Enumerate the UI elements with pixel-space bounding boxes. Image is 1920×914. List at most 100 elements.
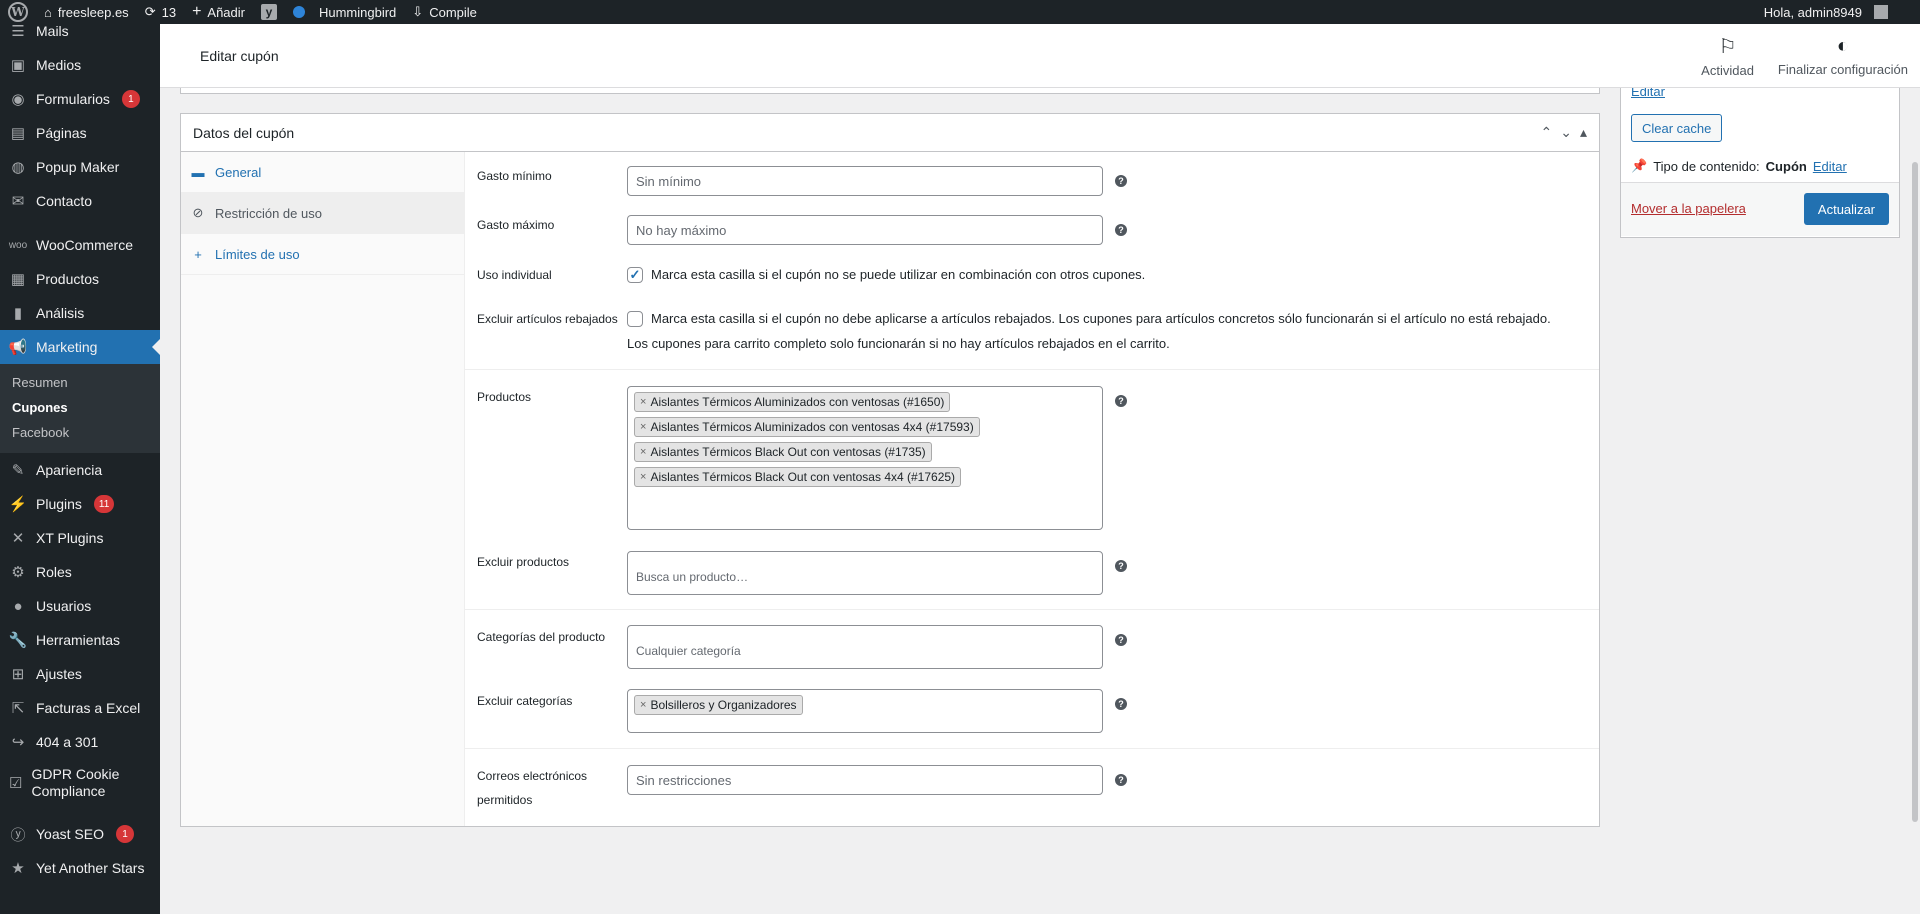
add-new-menu[interactable]: + Añadir bbox=[184, 0, 253, 24]
help-icon[interactable]: ? bbox=[1115, 774, 1127, 786]
panel-title: Datos del cupón bbox=[193, 124, 295, 141]
submenu-item-cupones[interactable]: Cupones bbox=[0, 395, 160, 420]
admin-bar: W ⌂ freesleep.es ⟳ 13 + Añadir y Hummingbir… bbox=[0, 0, 1920, 24]
submenu-item-resumen[interactable]: Resumen bbox=[0, 370, 160, 395]
remove-icon[interactable]: × bbox=[640, 471, 646, 483]
sidebar-item-roles[interactable]: ⚙ Roles bbox=[0, 555, 160, 589]
exclude-categories-label: Excluir categorías bbox=[477, 694, 573, 708]
help-icon[interactable]: ? bbox=[1115, 175, 1127, 187]
tab-usage-limits[interactable]: + Límites de uso bbox=[181, 234, 464, 275]
updates-icon: ⟳ bbox=[144, 4, 156, 19]
remove-icon[interactable]: × bbox=[640, 699, 646, 711]
sidebar-item-products[interactable]: ▦ Productos bbox=[0, 262, 160, 296]
activity-button[interactable]: ⚐ Actividad bbox=[1689, 24, 1766, 88]
update-button[interactable]: Actualizar bbox=[1803, 193, 1889, 225]
sidebar-item-pages[interactable]: ▤ Páginas bbox=[0, 116, 160, 150]
product-chip[interactable]: × Aislantes Térmicos Aluminizados con ven… bbox=[634, 392, 951, 412]
ticket-icon: ▬ bbox=[191, 164, 205, 180]
sidebar-item-popup-maker[interactable]: ◍ Popup Maker bbox=[0, 150, 160, 184]
exclude-sale-label: Excluir artículos rebajados bbox=[477, 312, 618, 326]
xt-icon: ✕ bbox=[11, 530, 25, 547]
sidebar-item-contact[interactable]: ✉ Contacto bbox=[0, 184, 160, 218]
plugins-icon: ⚡ bbox=[8, 496, 28, 513]
min-spend-label: Gasto mínimo bbox=[477, 169, 552, 183]
yoast-icon: ⓨ bbox=[10, 826, 26, 844]
tab-general[interactable]: ▬ General bbox=[181, 152, 464, 193]
help-icon[interactable]: ? bbox=[1115, 395, 1127, 407]
categories-input[interactable]: Cualquier categoría bbox=[627, 625, 1103, 669]
allowed-emails-input[interactable]: Sin restricciones bbox=[627, 765, 1103, 795]
page-header: Editar cupón ⚐ Actividad ◐ Finalizar confi… bbox=[160, 24, 1920, 88]
category-chip[interactable]: × Bolsilleros y Organizadores bbox=[634, 695, 803, 715]
sidebar-item-woocommerce[interactable]: woo WooCommerce bbox=[0, 228, 160, 262]
analytics-icon: ▮ bbox=[13, 305, 23, 322]
products-select[interactable]: × Aislantes Térmicos Aluminizados con ven… bbox=[627, 386, 1103, 530]
yoast-menu[interactable]: y bbox=[253, 0, 285, 24]
tab-usage-restriction[interactable]: ⊘ Restricción de uso bbox=[181, 193, 464, 234]
product-chip[interactable]: × Aislantes Térmicos Aluminizados con ven… bbox=[634, 417, 980, 437]
plus-icon: + bbox=[194, 246, 202, 262]
clear-cache-button[interactable]: Clear cache bbox=[1631, 114, 1723, 142]
exclude-sale-description-2: Los cupones para carrito completo solo f… bbox=[627, 336, 1170, 351]
finish-setup-button[interactable]: ◐ Finalizar configuración bbox=[1766, 24, 1920, 88]
individual-use-checkbox[interactable]: ✓ bbox=[627, 267, 643, 283]
max-spend-input[interactable]: No hay máximo bbox=[627, 215, 1103, 245]
move-up-icon[interactable]: ⌃ bbox=[1541, 124, 1553, 141]
exclude-categories-select[interactable]: × Bolsilleros y Organizadores bbox=[627, 689, 1103, 733]
sidebar-item-forms[interactable]: ◉ Formularios 1 bbox=[0, 82, 160, 116]
my-account-menu[interactable]: Hola, admin8949 bbox=[1756, 0, 1920, 24]
pin-icon: 📌 bbox=[1631, 158, 1648, 173]
sidebar-item-gdpr[interactable]: ☑ GDPR Cookie Compliance bbox=[0, 759, 160, 807]
hummingbird-menu[interactable]: Hummingbird bbox=[285, 0, 404, 24]
remove-icon[interactable]: × bbox=[640, 446, 646, 458]
product-chip[interactable]: × Aislantes Térmicos Black Out con ventos… bbox=[634, 442, 932, 462]
content-type-edit-link[interactable]: Editar bbox=[1813, 159, 1847, 174]
yoast-icon: y bbox=[260, 4, 277, 20]
sidebar-item-users[interactable]: ● Usuarios bbox=[0, 589, 160, 623]
compile-link[interactable]: ⇩ Compile bbox=[404, 0, 485, 24]
sidebar-item-yoast[interactable]: ⓨ Yoast SEO 1 bbox=[0, 817, 160, 851]
marketing-submenu: Resumen Cupones Facebook bbox=[0, 364, 160, 453]
exclude-sale-checkbox[interactable] bbox=[627, 311, 643, 327]
help-icon[interactable]: ? bbox=[1115, 634, 1127, 646]
help-icon[interactable]: ? bbox=[1115, 560, 1127, 572]
product-chip[interactable]: × Aislantes Térmicos Black Out con ventos… bbox=[634, 467, 962, 487]
site-name-link[interactable]: ⌂ freesleep.es bbox=[36, 0, 137, 24]
updates-link[interactable]: ⟳ 13 bbox=[137, 0, 184, 24]
collapse-toggle-icon[interactable]: ▴ bbox=[1580, 124, 1587, 141]
sidebar-item-tools[interactable]: 🔧 Herramientas bbox=[0, 623, 160, 657]
move-down-icon[interactable]: ⌄ bbox=[1560, 124, 1572, 141]
restricted-icon: ⊘ bbox=[192, 205, 204, 220]
sidebar-item-marketing[interactable]: 📢 Marketing bbox=[0, 330, 160, 364]
compile-icon: ⇩ bbox=[412, 4, 424, 19]
sidebar-item-404-redirect[interactable]: ↪ 404 a 301 bbox=[0, 725, 160, 759]
exclude-products-input[interactable]: Busca un producto… bbox=[627, 551, 1103, 595]
min-spend-input[interactable]: Sin mínimo bbox=[627, 166, 1103, 196]
stars-icon: ★ bbox=[11, 860, 25, 877]
page-scrollbar[interactable] bbox=[1910, 24, 1920, 914]
restriction-fields: Gasto mínimo Sin mínimo ? Gasto máximo N… bbox=[465, 152, 1599, 826]
sidebar-item-settings[interactable]: ⊞ Ajustes bbox=[0, 657, 160, 691]
half-circle-icon: ◐ bbox=[1836, 34, 1849, 57]
remove-icon[interactable]: × bbox=[640, 421, 646, 433]
move-to-trash-link[interactable]: Mover a la papelera bbox=[1631, 201, 1746, 216]
wordpress-menu[interactable]: W bbox=[0, 0, 36, 24]
scrollbar-thumb[interactable] bbox=[1912, 162, 1918, 822]
max-spend-label: Gasto máximo bbox=[477, 218, 555, 232]
help-icon[interactable]: ? bbox=[1115, 698, 1127, 710]
sidebar-item-plugins[interactable]: ⚡ Plugins 11 bbox=[0, 487, 160, 521]
sidebar-item-appearance[interactable]: ✎ Apariencia bbox=[0, 453, 160, 487]
remove-icon[interactable]: × bbox=[640, 396, 646, 408]
sidebar-item-facturas-excel[interactable]: ⇱ Facturas a Excel bbox=[0, 691, 160, 725]
help-icon[interactable]: ? bbox=[1115, 224, 1127, 236]
individual-use-label: Uso individual bbox=[477, 268, 552, 282]
sidebar-item-xt-plugins[interactable]: ✕ XT Plugins bbox=[0, 521, 160, 555]
sidebar-item-stars[interactable]: ★ Yet Another Stars bbox=[0, 851, 160, 885]
allowed-emails-label: Correos electrónicos permitidos bbox=[477, 769, 588, 807]
sidebar-item-media[interactable]: ▣ Medios bbox=[0, 48, 160, 82]
woo-icon: woo bbox=[8, 239, 28, 251]
sidebar-item-mails[interactable]: ☰ Mails bbox=[0, 24, 160, 48]
submenu-item-facebook[interactable]: Facebook bbox=[0, 420, 160, 445]
sidebar-item-analytics[interactable]: ▮ Análisis bbox=[0, 296, 160, 330]
media-icon: ▣ bbox=[10, 57, 26, 74]
